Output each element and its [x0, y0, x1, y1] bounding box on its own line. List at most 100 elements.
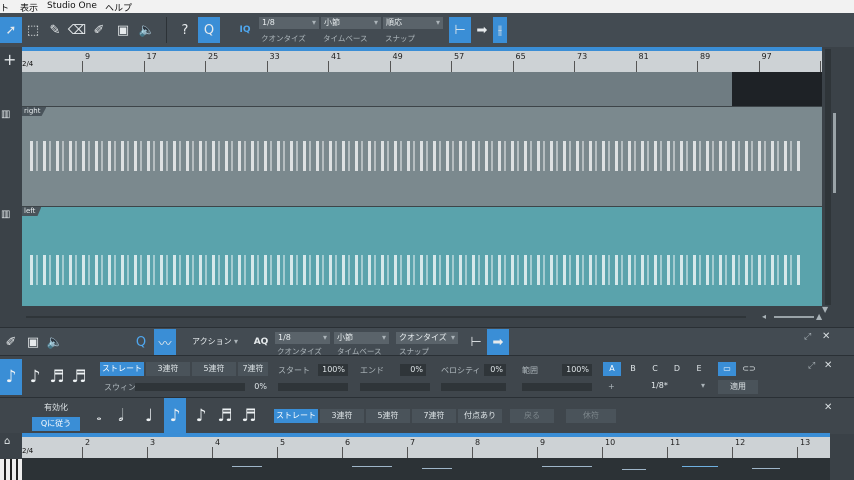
follow-q-button[interactable]: Qに従う: [32, 417, 80, 431]
group-a-button[interactable]: A: [603, 362, 621, 376]
mode-straight-button[interactable]: ストレート: [100, 362, 144, 376]
swing-slider[interactable]: [135, 383, 245, 391]
mode-septuplet-button[interactable]: 7連符: [238, 362, 268, 376]
snap-dropdown[interactable]: 順応: [383, 17, 443, 29]
apply-button[interactable]: 適用: [718, 380, 758, 394]
arrange-ruler[interactable]: 91725334149576573818997105: [22, 47, 838, 72]
whole-note-icon[interactable]: 𝅝: [88, 398, 110, 434]
horizontal-scrollbar[interactable]: ◂ ▲: [22, 306, 822, 327]
sixteenth-note-icon[interactable]: ♪: [24, 359, 46, 395]
ruler-tick: [407, 447, 408, 458]
loop-range-bar[interactable]: [22, 47, 822, 51]
zoom-out-icon[interactable]: ◂: [762, 312, 766, 321]
mute-tool-icon[interactable]: ▣: [112, 17, 134, 43]
aq-button[interactable]: AQ: [250, 329, 272, 355]
group-c-button[interactable]: C: [646, 362, 664, 376]
add-group-label[interactable]: +: [608, 382, 615, 391]
back-button[interactable]: 戻る: [510, 409, 554, 423]
ruler-bar-number: 89: [700, 52, 711, 61]
snap-grid-icon[interactable]: ⊢: [449, 17, 471, 43]
thirtysecond-note-icon[interactable]: ♬: [46, 359, 68, 395]
mode-triplet-button[interactable]: 3連符: [320, 409, 364, 423]
wrench-icon[interactable]: ✐: [0, 329, 22, 355]
pencil-tool-icon[interactable]: ✎: [44, 17, 66, 43]
snap-forward-icon[interactable]: ➡: [487, 329, 509, 355]
scroll-track[interactable]: [825, 49, 831, 305]
sixteenth-note-icon[interactable]: ♪: [190, 398, 212, 434]
enable-label[interactable]: 有効化: [32, 401, 80, 415]
mode-triplet-button[interactable]: 3連符: [146, 362, 190, 376]
loop-range-bar[interactable]: [22, 433, 830, 437]
close-icon[interactable]: ✕: [822, 331, 830, 342]
group-e-button[interactable]: E: [690, 362, 708, 376]
timebase-dropdown[interactable]: 小節: [321, 17, 381, 29]
dotted-button[interactable]: 付点あり: [458, 409, 502, 423]
track-right-event[interactable]: right: [22, 106, 822, 207]
snap-dropdown[interactable]: クオンタイズ: [396, 332, 458, 344]
ruler-tick: [342, 447, 343, 458]
ruler-bar-number: 73: [577, 52, 588, 61]
velocity-slider[interactable]: [441, 383, 506, 391]
listen-tool-icon[interactable]: 🔈: [136, 17, 158, 43]
close-icon[interactable]: ✕: [824, 360, 832, 371]
paint-tool-icon[interactable]: ✐: [88, 17, 110, 43]
speaker-icon[interactable]: 🔈: [44, 329, 66, 355]
expand-icon[interactable]: ⤢: [804, 332, 811, 342]
add-track-icon[interactable]: +: [3, 50, 16, 69]
drum-icon[interactable]: ⌂: [4, 436, 10, 447]
keyboard-strip[interactable]: [0, 459, 22, 480]
half-note-icon[interactable]: 𝅗𝅥: [110, 398, 132, 434]
editor-ruler[interactable]: 2 3 4 5 6 7 8 9 10 11 12 13 2/4: [22, 433, 830, 458]
help-icon[interactable]: ?: [174, 17, 196, 43]
arrow-tool-icon[interactable]: ➚: [0, 17, 22, 43]
timebase-dropdown[interactable]: 小節: [334, 332, 389, 344]
snap-forward-icon[interactable]: ➡: [471, 17, 493, 43]
quantize-q-button[interactable]: Q: [130, 329, 152, 355]
sixtyfourth-note-icon[interactable]: ♬: [68, 359, 90, 395]
eraser-tool-icon[interactable]: ⌫: [66, 17, 88, 43]
scroll-thumb[interactable]: [833, 113, 836, 193]
velocity-value[interactable]: 0%: [484, 364, 506, 376]
quarter-note-icon[interactable]: ♩: [138, 398, 160, 434]
zoom-in-icon[interactable]: ▲: [816, 312, 822, 321]
thirtysecond-note-icon[interactable]: ♬: [214, 398, 236, 434]
wave-icon[interactable]: 〰: [154, 329, 176, 355]
eighth-note-icon[interactable]: ♪: [0, 359, 22, 395]
quantize-q-button[interactable]: Q: [198, 17, 220, 43]
range-slider[interactable]: [522, 383, 592, 391]
menu-item-studio-one[interactable]: Studio One: [47, 1, 97, 11]
group-d-button[interactable]: D: [668, 362, 686, 376]
close-icon[interactable]: ✕: [824, 402, 832, 413]
mode-quintuplet-button[interactable]: 5連符: [366, 409, 410, 423]
action-dropdown[interactable]: アクション: [189, 336, 241, 348]
link-icon[interactable]: ⊂⊃: [740, 362, 758, 376]
scroll-down-icon[interactable]: ▼: [822, 305, 828, 314]
range-tool-icon[interactable]: ⬚: [22, 17, 44, 43]
snap-split-icon[interactable]: ⫲: [493, 17, 507, 43]
iq-button[interactable]: IQ: [234, 17, 256, 43]
piano-roll-grid[interactable]: [22, 458, 830, 480]
start-slider[interactable]: [278, 383, 348, 391]
track-left-event[interactable]: left: [22, 206, 822, 307]
end-value[interactable]: 0%: [400, 364, 426, 376]
mute-tool-icon[interactable]: ▣: [22, 329, 44, 355]
end-slider[interactable]: [360, 383, 430, 391]
mode-straight-button[interactable]: ストレート: [274, 409, 318, 423]
snap-grid-icon[interactable]: ⊢: [465, 329, 487, 355]
mode-quintuplet-button[interactable]: 5連符: [192, 362, 236, 376]
rest-button[interactable]: 休符: [566, 409, 616, 423]
start-value[interactable]: 100%: [318, 364, 348, 376]
eighth-note-icon[interactable]: ♪: [164, 398, 186, 434]
sixtyfourth-note-icon[interactable]: ♬: [238, 398, 260, 434]
range-value[interactable]: 100%: [562, 364, 592, 376]
expand-icon[interactable]: ⤢: [808, 361, 815, 371]
swing-value[interactable]: 0%: [246, 381, 270, 393]
grid-dropdown[interactable]: 1/8*: [648, 380, 708, 392]
mode-septuplet-button[interactable]: 7連符: [412, 409, 456, 423]
vertical-scrollbar[interactable]: ▼: [822, 47, 854, 327]
grid-view-icon[interactable]: ▭: [718, 362, 736, 376]
group-b-button[interactable]: B: [624, 362, 642, 376]
zoom-slider[interactable]: [774, 316, 814, 318]
quantize-dropdown[interactable]: 1/8: [275, 332, 330, 344]
quantize-dropdown[interactable]: 1/8: [259, 17, 319, 29]
